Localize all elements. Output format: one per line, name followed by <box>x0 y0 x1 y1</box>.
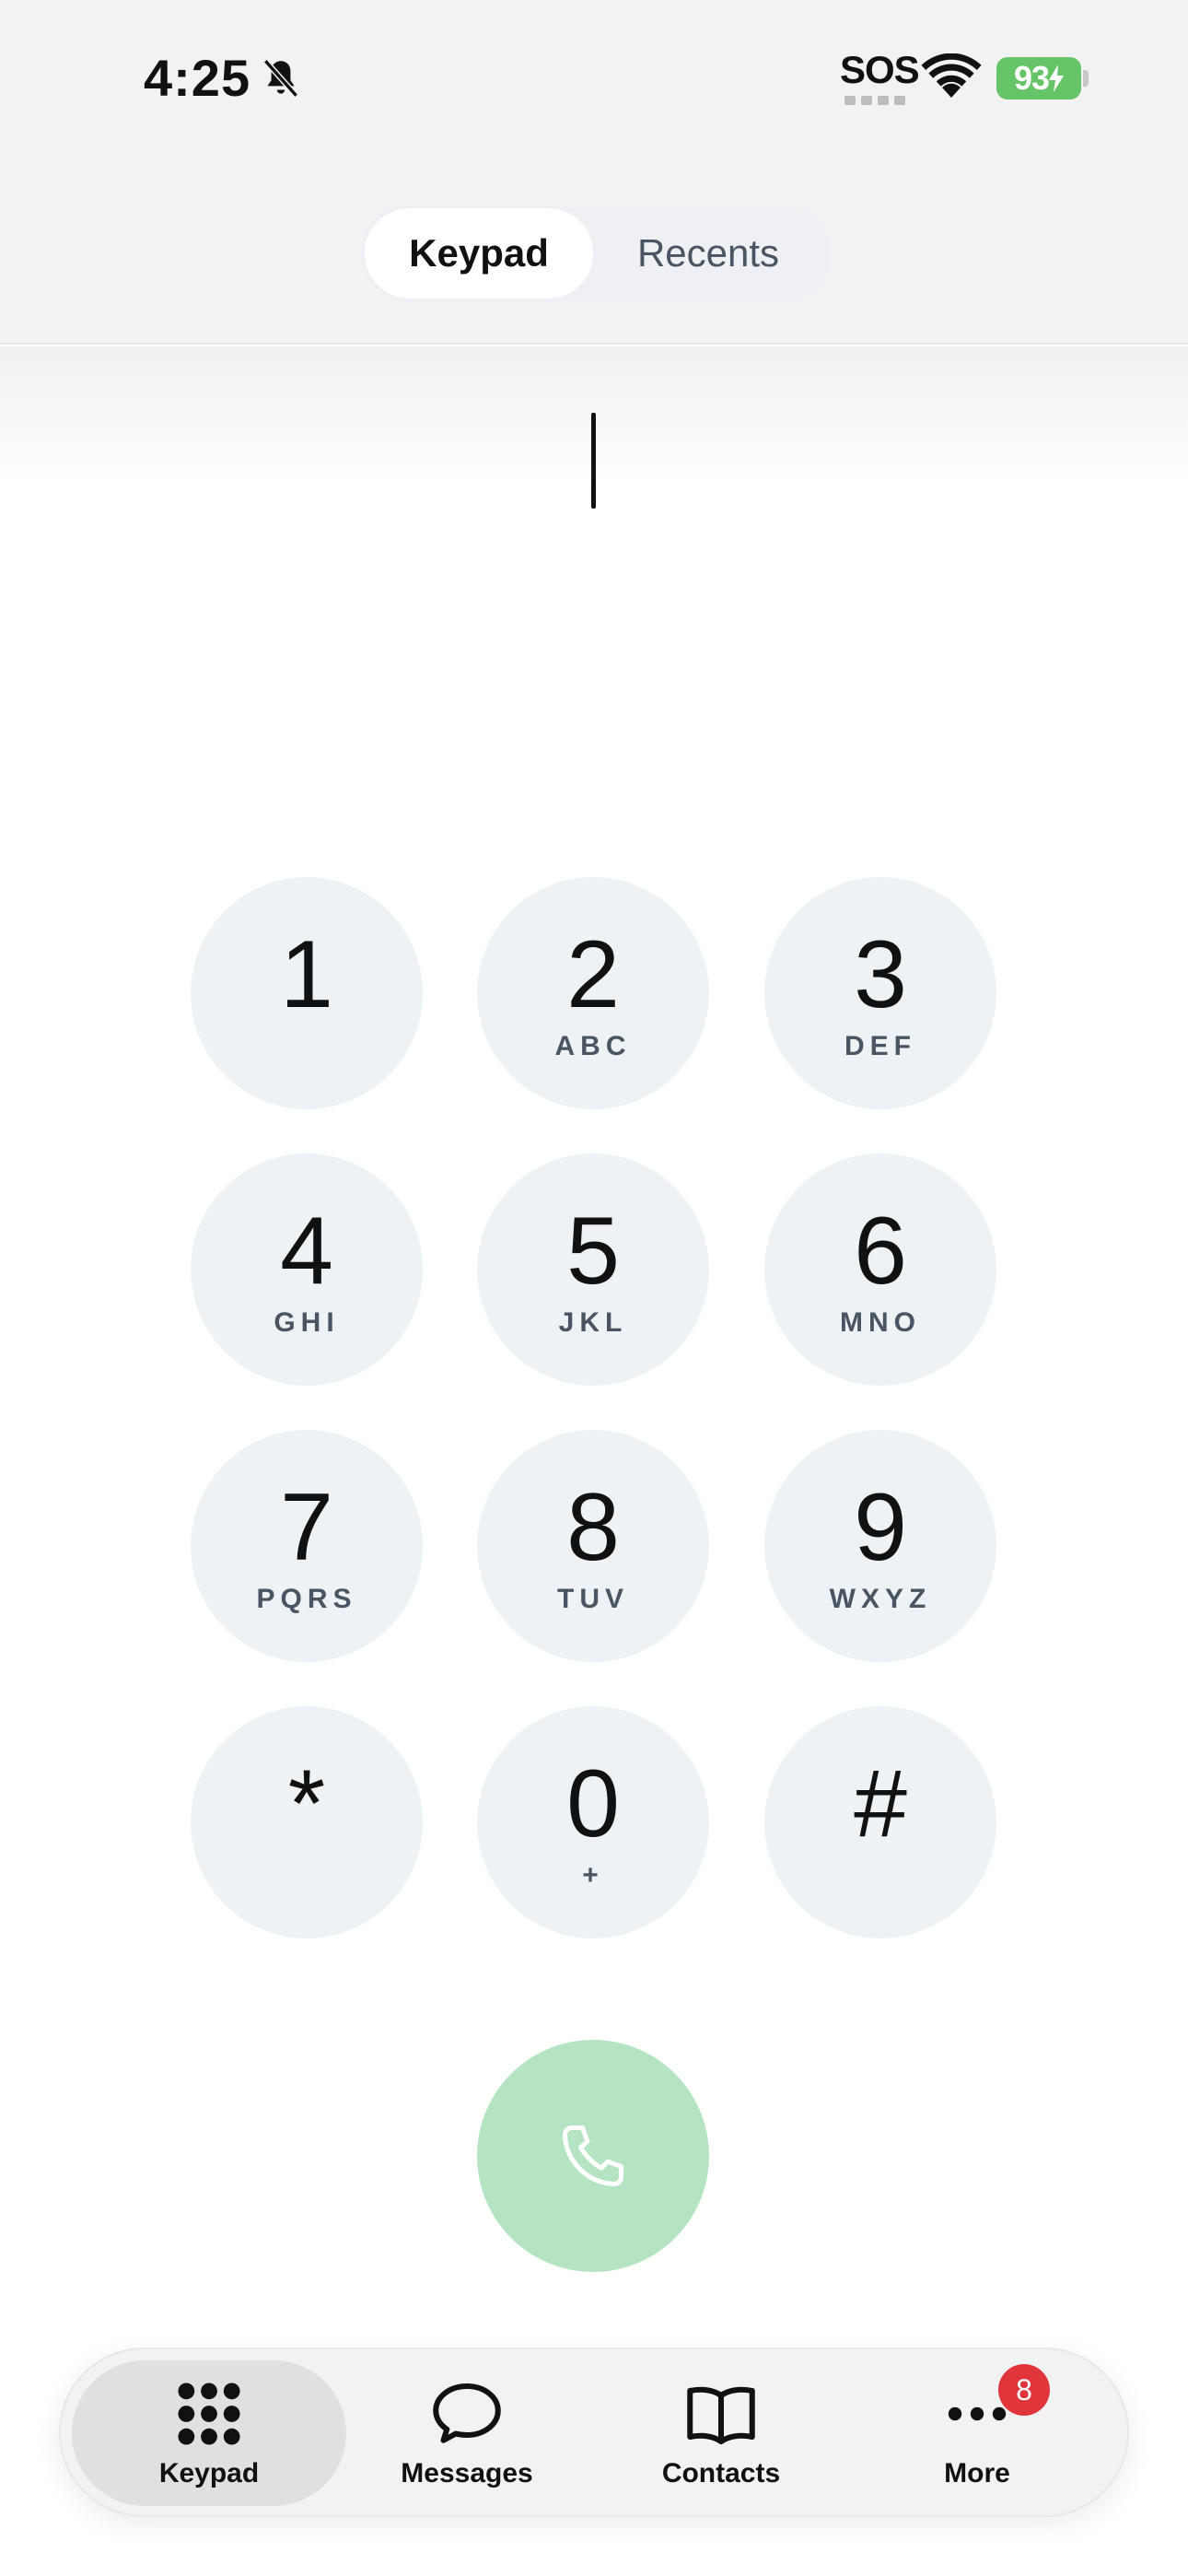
tab-keypad[interactable]: Keypad <box>72 2360 346 2506</box>
key-5[interactable]: 5 JKL <box>477 1153 709 1386</box>
tab-label: More <box>944 2458 1010 2488</box>
key-digit: 0 <box>566 1751 620 1857</box>
key-letters: GHI <box>274 1307 340 1338</box>
battery-nub <box>1083 70 1089 87</box>
chat-bubble-icon <box>430 2377 504 2451</box>
key-letters: PQRS <box>256 1584 357 1614</box>
tab-label: Contacts <box>661 2458 781 2488</box>
tab-label: Messages <box>401 2458 533 2488</box>
tab-label: Keypad <box>158 2458 260 2488</box>
phone-dialer-screen: 4:25 SOS 93 Keypad Recents 1 2 ABC 3 DEF… <box>0 0 1188 2576</box>
key-digit: 5 <box>566 1198 620 1305</box>
key-letters: MNO <box>840 1307 921 1338</box>
key-8[interactable]: 8 TUV <box>477 1430 709 1662</box>
key-letters: TUV <box>557 1584 629 1614</box>
key-digit: 3 <box>854 921 907 1028</box>
tab-more[interactable]: More <box>840 2360 1114 2506</box>
text-cursor <box>591 413 596 509</box>
notification-badge: 8 <box>998 2364 1050 2416</box>
battery-charging-icon <box>1049 64 1065 92</box>
bell-slash-icon <box>262 59 299 98</box>
key-digit: 6 <box>854 1198 907 1305</box>
tab-bar: Keypad Messages Contacts More <box>59 2348 1129 2517</box>
key-letters: JKL <box>558 1307 628 1338</box>
call-button[interactable] <box>477 2040 709 2272</box>
wifi-icon <box>921 53 982 98</box>
key-digit: 7 <box>280 1474 333 1581</box>
key-letters: DEF <box>844 1031 916 1061</box>
header: 4:25 SOS 93 Keypad Recents <box>0 0 1188 345</box>
key-letters: WXYZ <box>829 1584 932 1614</box>
key-digit: # <box>854 1751 907 1857</box>
key-letters: + <box>582 1860 604 1891</box>
key-digit: * <box>287 1751 326 1857</box>
sos-label: SOS <box>840 48 920 91</box>
tab-messages[interactable]: Messages <box>330 2360 604 2506</box>
key-1[interactable]: 1 _ <box>191 877 423 1109</box>
key-hash[interactable]: # _ <box>764 1706 996 1938</box>
key-digit: 2 <box>566 921 620 1028</box>
key-2[interactable]: 2 ABC <box>477 877 709 1109</box>
segment-recents[interactable]: Recents <box>593 208 823 299</box>
key-digit: 8 <box>566 1474 620 1581</box>
key-4[interactable]: 4 GHI <box>191 1153 423 1386</box>
key-9[interactable]: 9 WXYZ <box>764 1430 996 1662</box>
key-digit: 4 <box>280 1198 333 1305</box>
phone-icon <box>563 2125 623 2186</box>
signal-dots <box>840 96 910 105</box>
key-digit: 1 <box>280 921 333 1028</box>
key-3[interactable]: 3 DEF <box>764 877 996 1109</box>
key-0[interactable]: 0 + <box>477 1706 709 1938</box>
battery-level: 93 <box>1013 59 1050 97</box>
tab-contacts[interactable]: Contacts <box>584 2360 858 2506</box>
sos-indicator: SOS <box>840 48 920 109</box>
battery-indicator: 93 <box>996 57 1081 100</box>
key-7[interactable]: 7 PQRS <box>191 1430 423 1662</box>
key-letters: ABC <box>554 1031 632 1061</box>
status-time: 4:25 <box>144 49 251 107</box>
book-icon <box>684 2377 758 2451</box>
segment-keypad[interactable]: Keypad <box>365 208 593 299</box>
key-digit: 9 <box>854 1474 907 1581</box>
key-6[interactable]: 6 MNO <box>764 1153 996 1386</box>
keypad-grid-icon <box>172 2377 246 2451</box>
keypad-recents-segmented-control: Keypad Recents <box>361 205 831 302</box>
key-star[interactable]: * _ <box>191 1706 423 1938</box>
